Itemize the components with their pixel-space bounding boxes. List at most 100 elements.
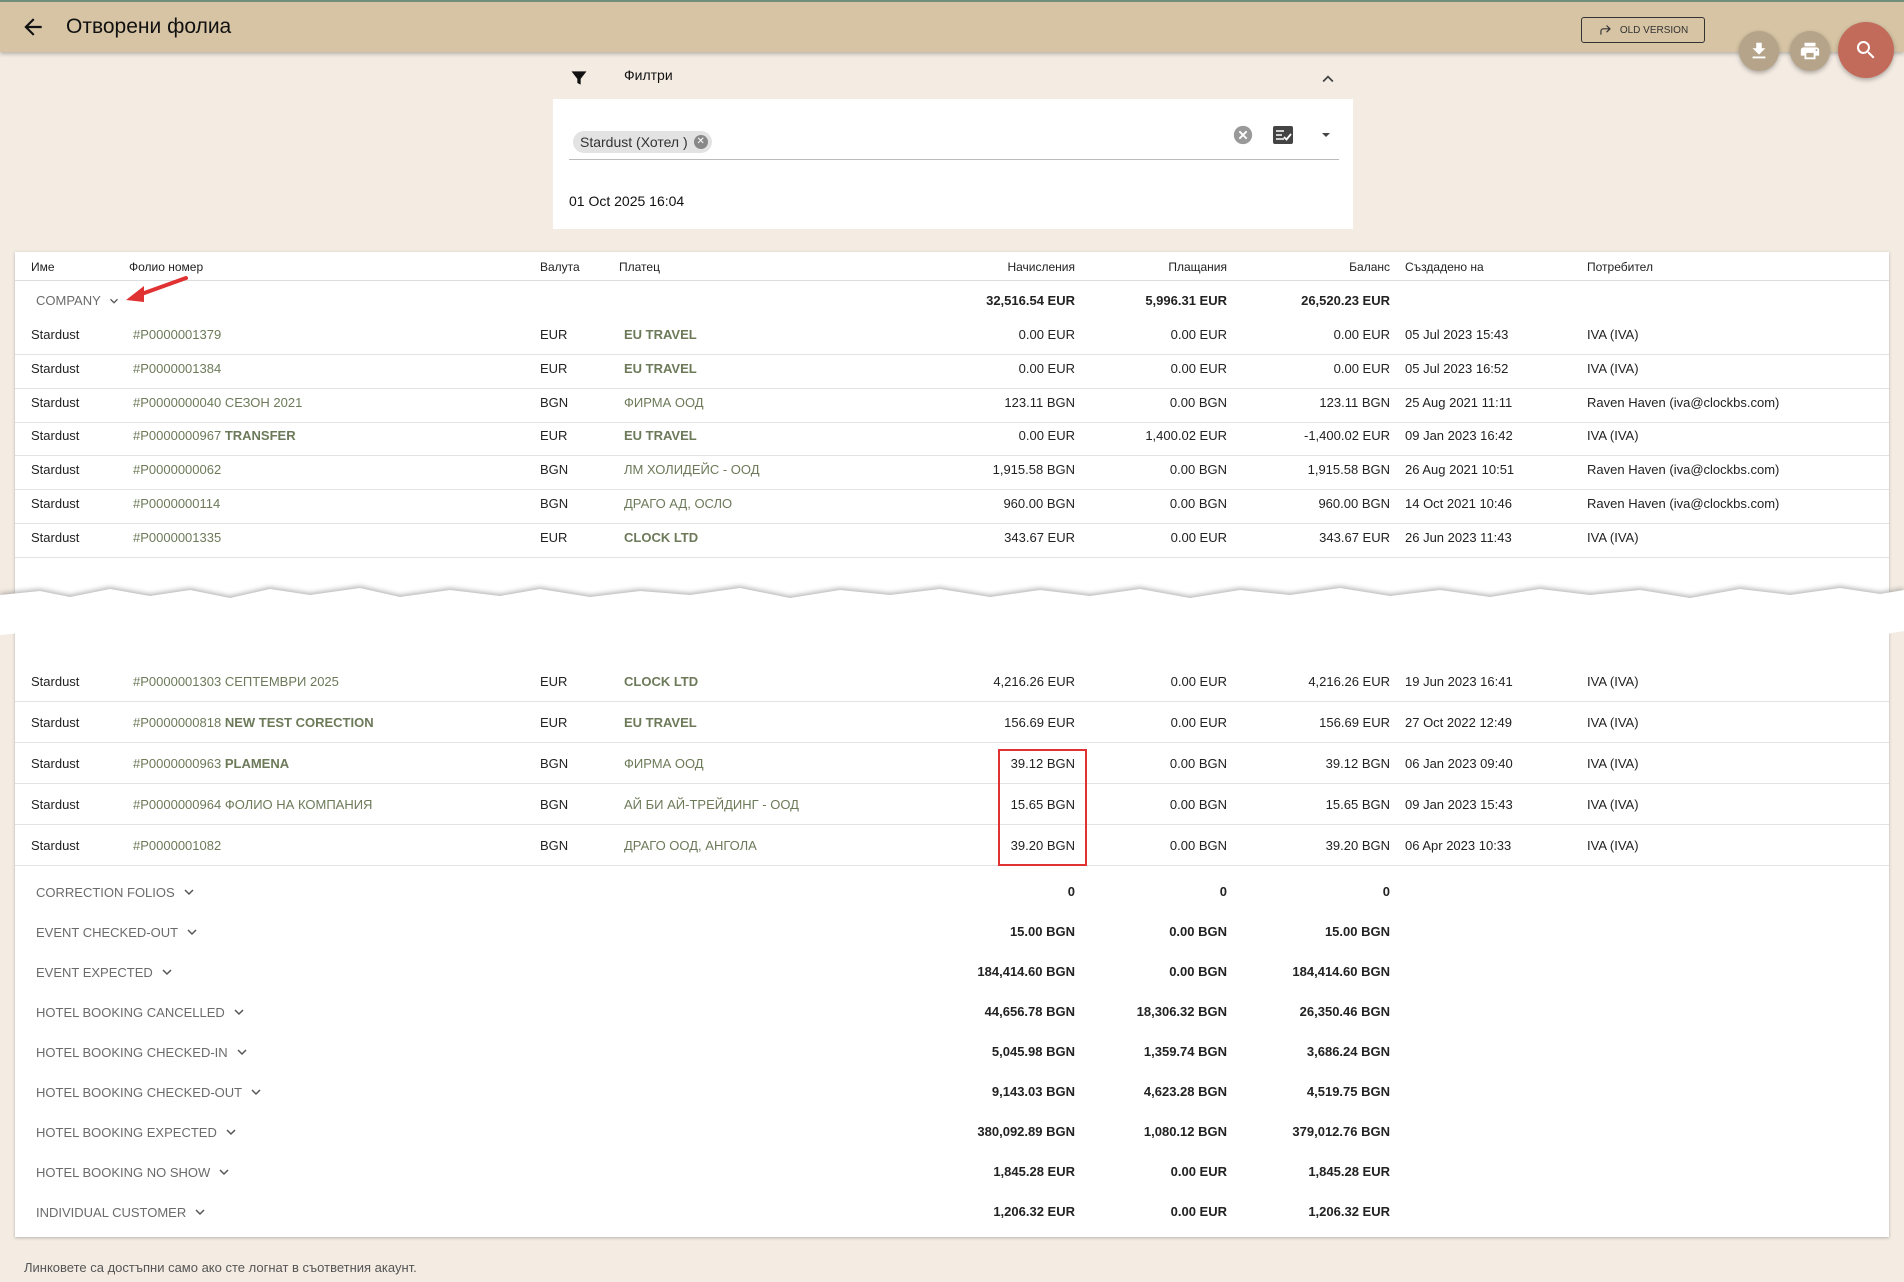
cell-charges: 0.00 EUR [1018, 428, 1075, 444]
redo-icon [1600, 25, 1611, 35]
group-toggle-company[interactable]: COMPANY [36, 293, 121, 308]
folio-link[interactable]: #P0000000963 PLAMENA [133, 756, 289, 771]
group-label: HOTEL BOOKING EXPECTED [36, 1124, 217, 1140]
payer-link[interactable]: ФИРМА ООД [624, 395, 704, 410]
folio-link[interactable]: #P0000001082 [133, 838, 221, 853]
cell-balance: 1,915.58 BGN [1307, 462, 1390, 478]
group-balance: 26,350.46 BGN [1299, 1004, 1390, 1019]
group-toggle[interactable]: HOTEL BOOKING EXPECTED [36, 1124, 239, 1140]
folio-number: #P0000001303 [133, 674, 222, 689]
payer-link[interactable]: EU TRAVEL [624, 715, 697, 730]
group-balance: 26,520.23 EUR [1301, 293, 1390, 308]
filter-header[interactable]: Филтри [553, 60, 1353, 100]
chevron-down-icon [187, 929, 197, 936]
cell-balance: 0.00 EUR [1333, 360, 1390, 376]
group-row: INDIVIDUAL CUSTOMER 1,206.32 EUR 0.00 EUR 1… [15, 1193, 1889, 1231]
folio-number: #P0000000963 [133, 756, 222, 771]
folio-number: #P0000001384 [133, 360, 222, 376]
cell-payments: 0.00 EUR [1170, 327, 1227, 342]
hotel-chip[interactable]: Stardust (Хотел ) ✕ [573, 131, 712, 153]
cell-user: IVA (IVA) [1587, 756, 1639, 771]
group-toggle[interactable]: HOTEL BOOKING CANCELLED [36, 1004, 247, 1020]
folio-description: СЕЗОН 2021 [224, 394, 303, 410]
group-toggle[interactable]: HOTEL BOOKING CHECKED-IN [36, 1044, 250, 1060]
folio-description: PLAMENA [224, 756, 290, 771]
payer-link[interactable]: ДРАГО ООД, АНГОЛА [624, 838, 757, 853]
group-balance: 1,845.28 EUR [1308, 1164, 1390, 1179]
folio-number: #P0000001379 [133, 327, 222, 342]
folio-link[interactable]: #P0000001303 СЕПТЕМВРИ 2025 [133, 674, 339, 689]
download-button[interactable] [1739, 31, 1779, 71]
payer-link[interactable]: EU TRAVEL [624, 327, 697, 342]
group-toggle[interactable]: CORRECTION FOLIOS [36, 884, 197, 900]
folio-link[interactable]: #P0000000114 [133, 496, 220, 511]
group-charges: 1,845.28 EUR [993, 1164, 1075, 1179]
chevron-up-icon[interactable] [1317, 68, 1339, 90]
folio-link[interactable]: #P0000001379 [133, 327, 221, 342]
payer-link[interactable]: ФИРМА ООД [624, 756, 704, 771]
folio-link[interactable]: #P0000000040 СЕЗОН 2021 [133, 395, 302, 410]
cell-balance: 39.12 BGN [1325, 756, 1390, 771]
group-label: EVENT CHECKED-OUT [36, 924, 179, 940]
group-balance: 0 [1382, 884, 1390, 899]
cell-created: 06 Apr 2023 10:33 [1405, 838, 1512, 853]
chevron-down-icon [237, 1049, 247, 1056]
cell-currency: BGN [540, 496, 569, 511]
payer-link[interactable]: ЛМ ХОЛИДЕЙС - ООД [624, 462, 760, 477]
group-toggle[interactable]: EVENT EXPECTED [36, 964, 175, 980]
cell-currency: EUR [540, 360, 568, 376]
hotel-select-field[interactable]: Stardust (Хотел ) ✕ [569, 121, 1339, 160]
group-toggle[interactable]: HOTEL BOOKING CHECKED-OUT [36, 1084, 264, 1100]
cell-created: 19 Jun 2023 16:41 [1405, 674, 1513, 689]
group-toggle[interactable]: INDIVIDUAL CUSTOMER [36, 1204, 208, 1220]
search-fab[interactable] [1838, 22, 1894, 78]
cell-payments: 1,400.02 EUR [1145, 428, 1227, 444]
clear-icon[interactable] [1232, 124, 1254, 146]
group-payments: 1,080.12 BGN [1143, 1124, 1227, 1139]
payer-link[interactable]: CLOCK LTD [624, 674, 698, 689]
group-row: HOTEL BOOKING NO SHOW 1,845.28 EUR 0.00 EU… [15, 1153, 1889, 1191]
payer-link[interactable]: CLOCK LTD [624, 530, 698, 545]
chip-remove-icon[interactable]: ✕ [693, 135, 708, 149]
cell-user: IVA (IVA) [1587, 360, 1639, 376]
payer-link[interactable]: EU TRAVEL [624, 361, 697, 376]
folio-link[interactable]: #P0000001384 [133, 361, 221, 376]
payer-link[interactable]: АЙ БИ АЙ-ТРЕЙДИНГ - ООД [624, 797, 799, 812]
group-toggle[interactable]: HOTEL BOOKING NO SHOW [36, 1164, 232, 1180]
cell-balance: 0.00 EUR [1333, 327, 1390, 342]
group-toggle[interactable]: EVENT CHECKED-OUT [36, 924, 200, 940]
folio-link[interactable]: #P0000000967 TRANSFER [133, 428, 296, 443]
filter-icon [571, 71, 587, 85]
back-button[interactable] [20, 14, 46, 40]
folio-link[interactable]: #P0000000818 NEW TEST CORECTION [133, 715, 374, 730]
table-row: Stardust #P0000000963 PLAMENA BGN ФИРМА ООД… [15, 743, 1889, 784]
cell-balance: 39.20 BGN [1325, 838, 1390, 853]
folio-description: TRANSFER [224, 428, 296, 444]
select-all-icon[interactable] [1271, 123, 1295, 147]
cell-user: IVA (IVA) [1587, 715, 1639, 730]
cell-created: 25 Aug 2021 11:11 [1405, 394, 1513, 410]
cell-balance: 156.69 EUR [1319, 715, 1390, 730]
group-payments: 18,306.32 BGN [1136, 1004, 1227, 1019]
cell-user: IVA (IVA) [1587, 797, 1639, 812]
folio-link[interactable]: #P0000000062 [133, 462, 221, 477]
cell-currency: EUR [540, 715, 568, 730]
old-version-button[interactable]: OLD VERSION [1581, 17, 1705, 43]
cell-balance: 123.11 BGN [1319, 394, 1390, 410]
group-payments: 1,359.74 BGN [1143, 1044, 1227, 1059]
group-charges: 0 [1067, 884, 1075, 899]
print-button[interactable] [1790, 31, 1830, 71]
footer-note: Линковете са достъпни само ако сте логна… [24, 1260, 417, 1275]
folio-link[interactable]: #P0000001335 [133, 530, 221, 545]
group-payments: 4,623.28 BGN [1143, 1084, 1227, 1099]
payer-link[interactable]: ДРАГО АД, ОСЛО [624, 496, 732, 511]
cell-name: Stardust [31, 462, 80, 478]
cell-currency: BGN [540, 462, 569, 478]
group-payments: 0.00 BGN [1169, 924, 1227, 939]
payer-link[interactable]: EU TRAVEL [624, 428, 697, 443]
cell-payments: 0.00 EUR [1170, 360, 1227, 376]
cell-user: IVA (IVA) [1587, 838, 1639, 853]
cell-created: 27 Oct 2022 12:49 [1405, 715, 1512, 730]
dropdown-icon[interactable] [1318, 127, 1334, 143]
folio-link[interactable]: #P0000000964 ФОЛИО НА КОМПАНИЯ [133, 797, 372, 812]
